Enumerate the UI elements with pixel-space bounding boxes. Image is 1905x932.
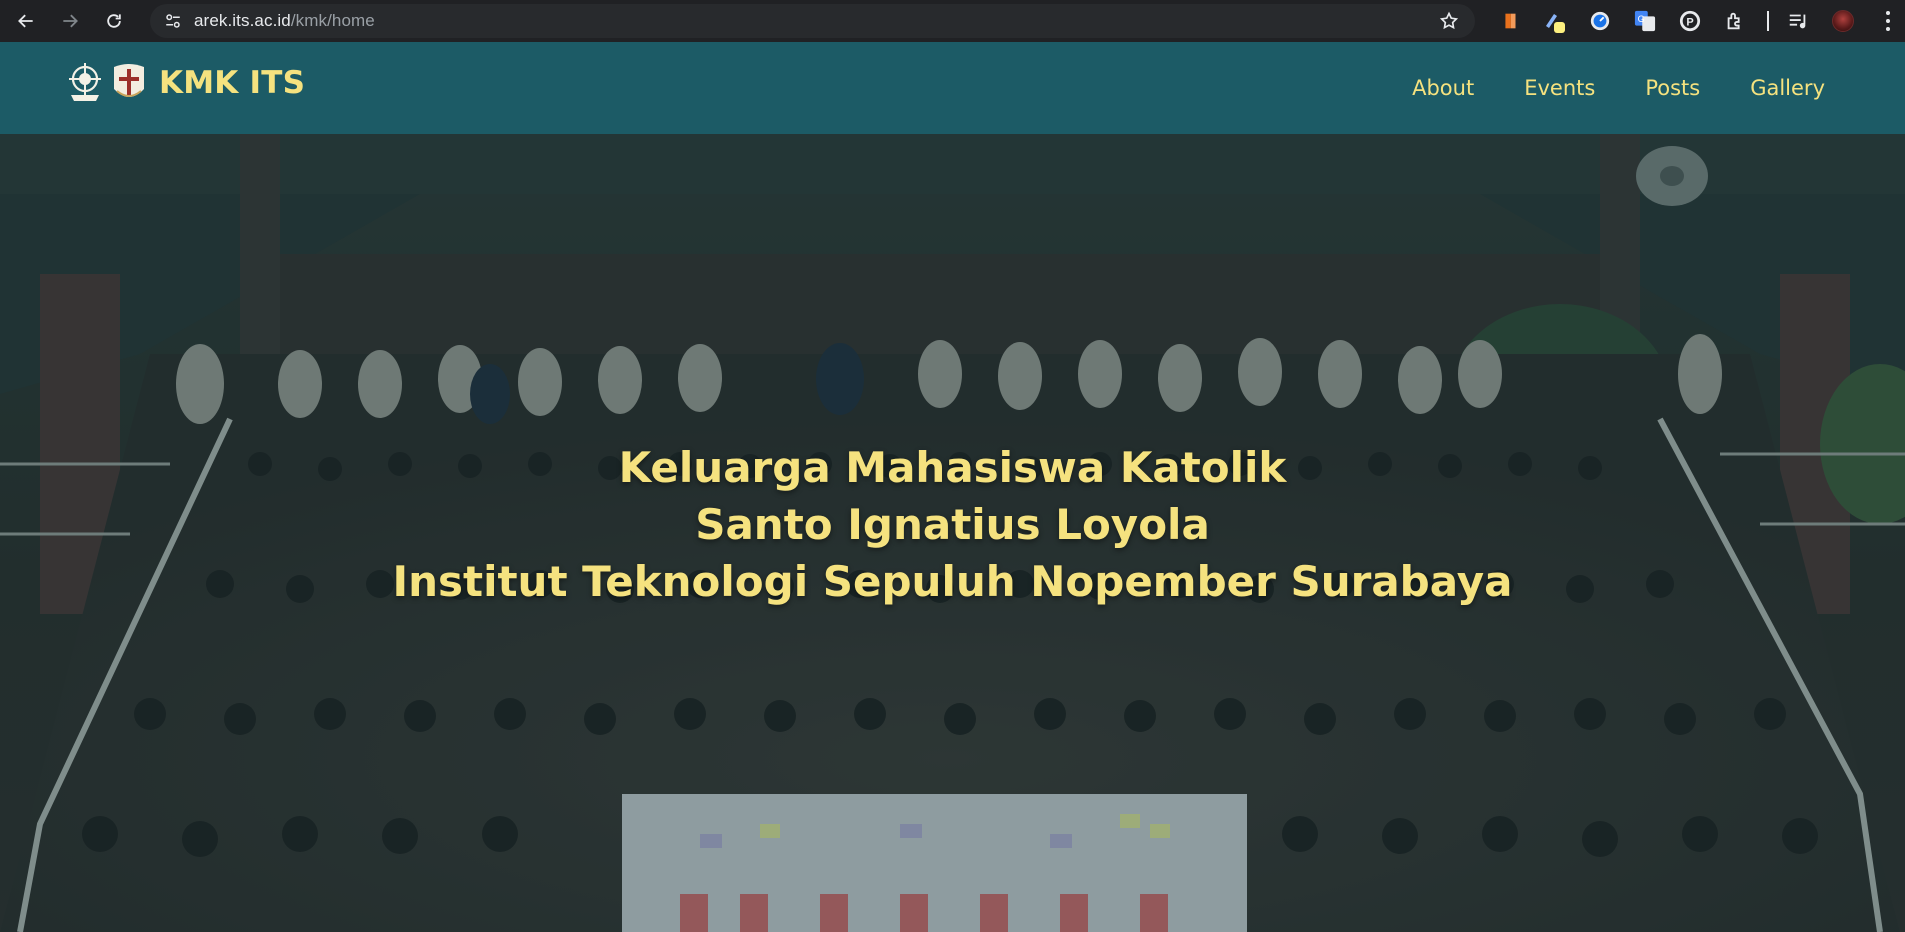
hero-title-line-2: Santo Ignatius Loyola [695, 500, 1210, 549]
hero-title-line-3: Institut Teknologi Sepuluh Nopember Sura… [392, 557, 1513, 606]
extension-3-button[interactable] [1585, 6, 1615, 36]
site-navbar: KMK ITS About Events Posts Gallery [0, 42, 1905, 134]
kmk-logo [109, 60, 149, 106]
extension-gauge-icon [1590, 11, 1610, 31]
svg-text:G: G [1638, 14, 1645, 24]
kmk-logo-icon [114, 64, 144, 97]
back-button[interactable] [8, 3, 44, 39]
media-button[interactable] [1783, 6, 1813, 36]
extensions-button[interactable] [1720, 6, 1750, 36]
extension-orange-icon [1505, 13, 1516, 29]
url-host: arek.its.ac.id [194, 11, 291, 30]
nav-link-events[interactable]: Events [1524, 76, 1595, 100]
nav-link-gallery[interactable]: Gallery [1750, 76, 1825, 100]
extensions-area: G P [1495, 0, 1905, 42]
brand[interactable]: KMK ITS [65, 60, 305, 106]
hero-section: Keluarga Mahasiswa Katolik Santo Ignatiu… [0, 134, 1905, 932]
extension-p-icon: P [1679, 10, 1701, 32]
its-logo [65, 60, 105, 106]
nav-link-posts[interactable]: Posts [1645, 76, 1700, 100]
reload-button[interactable] [96, 3, 132, 39]
its-logo-icon [69, 63, 101, 101]
menu-icon [1886, 11, 1890, 31]
bookmark-star-icon[interactable] [1439, 11, 1459, 31]
brand-name: KMK ITS [159, 65, 306, 101]
svg-text:P: P [1686, 17, 1693, 29]
hero-title-line-1: Keluarga Mahasiswa Katolik [618, 443, 1287, 492]
profile-button[interactable] [1828, 6, 1858, 36]
web-page: KMK ITS About Events Posts Gallery Kelua… [0, 42, 1905, 932]
media-icon [1789, 14, 1806, 29]
extension-1-button[interactable] [1495, 6, 1525, 36]
browser-toolbar: arek.its.ac.id/kmk/home G P [0, 0, 1905, 42]
extension-p-button[interactable]: P [1675, 6, 1705, 36]
profile-icon [1832, 10, 1854, 32]
nav-link-about[interactable]: About [1412, 76, 1474, 100]
site-info-icon [166, 14, 180, 28]
back-icon [18, 14, 33, 28]
url-path: /kmk/home [290, 11, 375, 30]
forward-icon [63, 14, 78, 28]
address-bar[interactable]: arek.its.ac.id/kmk/home [150, 4, 1475, 38]
url-text[interactable]: arek.its.ac.id/kmk/home [194, 11, 375, 31]
hero-title: Keluarga Mahasiswa Katolik Santo Ignatiu… [0, 439, 1905, 610]
reload-icon [107, 14, 121, 28]
main-menu: About Events Posts Gallery [1362, 42, 1825, 134]
extensions-icon [1727, 12, 1740, 30]
menu-button[interactable] [1873, 6, 1903, 36]
forward-button[interactable] [52, 3, 88, 39]
translate-icon: G [1634, 10, 1656, 32]
extension-translate-button[interactable]: G [1630, 6, 1660, 36]
extension-pen-icon [1546, 14, 1565, 33]
extension-2-button[interactable] [1540, 6, 1570, 36]
site-info-button[interactable] [156, 4, 190, 38]
toolbar-separator [1767, 11, 1769, 31]
